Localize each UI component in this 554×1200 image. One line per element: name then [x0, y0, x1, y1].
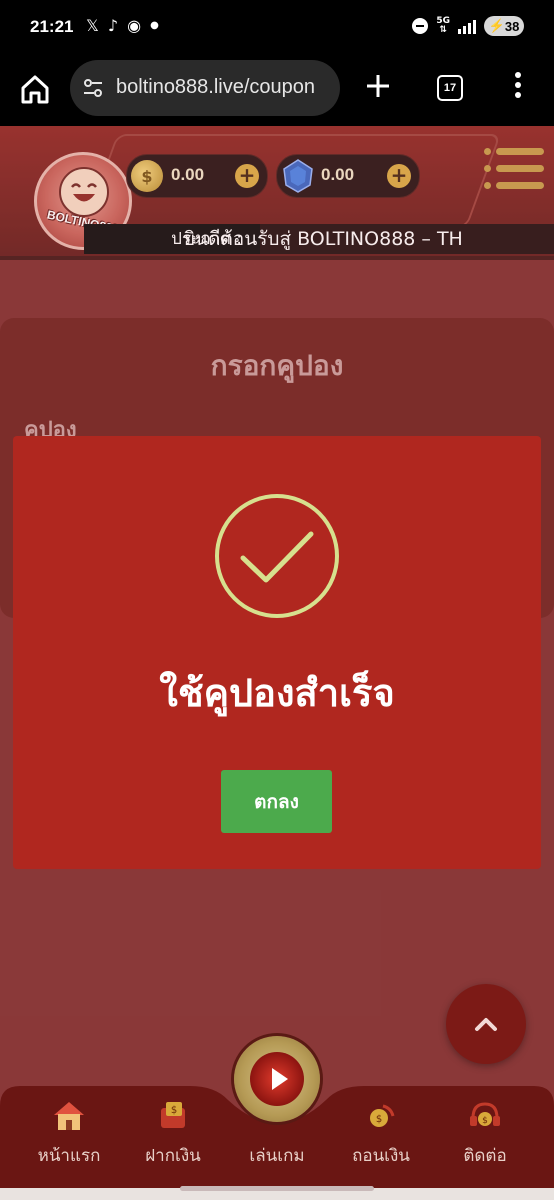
status-bar: 21:21 𝕏 ♪ ◉ ● 5G ⇅ ⚡ 38 — [0, 0, 554, 58]
new-tab-icon[interactable] — [362, 70, 394, 102]
success-dialog: ใช้คูปองสำเร็จ ตกลง — [13, 436, 541, 869]
dialog-message: ใช้คูปองสำเร็จ — [159, 671, 395, 715]
home-icon — [54, 1102, 84, 1130]
home-indicator[interactable] — [180, 1186, 374, 1191]
browser-toolbar: boltino888.live/coupon 17 — [0, 58, 554, 126]
status-time: 21:21 — [30, 17, 74, 36]
nav-withdraw[interactable]: $ ถอนเงิน — [336, 1098, 426, 1168]
nav-play[interactable]: เล่นเกม — [232, 1098, 322, 1168]
system-icons: 5G ⇅ ⚡ 38 — [412, 16, 524, 36]
contact-icon: $ — [470, 1102, 500, 1126]
tab-switcher-button[interactable]: 17 — [437, 75, 463, 101]
bottom-navigation: หน้าแรก $ ฝากเงิน เล่นเกม $ ถอนเงิน $ ติ… — [0, 1036, 554, 1200]
success-check-icon — [215, 494, 339, 618]
site-settings-icon[interactable] — [82, 77, 104, 99]
tiktok-icon: ♪ — [107, 16, 119, 35]
scroll-top-button[interactable] — [446, 984, 526, 1064]
nav-label: หน้าแรก — [37, 1146, 101, 1166]
x-icon: 𝕏 — [86, 16, 99, 35]
web-page: BOLTINO888 $ 0.00 + 0.00 + ประกาศ : ยินด… — [0, 126, 554, 1200]
deposit-icon: $ — [161, 1102, 185, 1128]
signal-icon — [458, 19, 476, 34]
nav-label: ติดต่อ — [463, 1146, 507, 1166]
nav-contact[interactable]: $ ติดต่อ — [440, 1098, 530, 1168]
home-icon[interactable] — [18, 72, 52, 106]
nav-label: ถอนเงิน — [352, 1146, 410, 1166]
svg-text:$: $ — [482, 1116, 488, 1126]
dot-icon: ● — [150, 20, 159, 31]
nav-label: ฝากเงิน — [145, 1146, 201, 1166]
network-icon: 5G ⇅ — [436, 16, 450, 35]
svg-text:$: $ — [376, 1114, 382, 1125]
nav-label: เล่นเกม — [249, 1146, 305, 1166]
svg-text:$: $ — [171, 1105, 177, 1116]
recorder-icon: ◉ — [127, 16, 142, 35]
ok-button[interactable]: ตกลง — [221, 770, 332, 833]
withdraw-icon: $ — [370, 1104, 395, 1127]
dnd-icon — [412, 18, 429, 34]
nav-home[interactable]: หน้าแรก — [24, 1098, 114, 1168]
url-text: boltino888.live/coupon — [116, 76, 316, 98]
tab-count: 17 — [443, 82, 457, 94]
chevron-up-icon — [475, 1018, 497, 1031]
notification-icons: 𝕏 ♪ ◉ ● — [86, 16, 159, 35]
battery-icon: ⚡ 38 — [484, 16, 524, 36]
nav-deposit[interactable]: $ ฝากเงิน — [128, 1098, 218, 1168]
more-menu-icon[interactable] — [508, 72, 528, 102]
address-bar[interactable]: boltino888.live/coupon — [70, 60, 340, 116]
